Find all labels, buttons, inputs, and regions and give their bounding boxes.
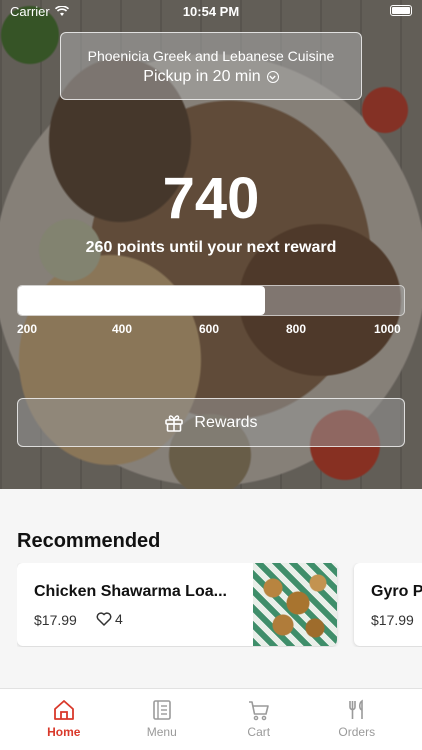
recommended-item-card[interactable]: Gyro P $17.99: [354, 563, 422, 646]
recommended-item-card[interactable]: Chicken Shawarma Loa... $17.99 4: [17, 563, 337, 646]
tab-home[interactable]: Home: [11, 689, 117, 750]
progress-tick: 200: [17, 322, 38, 336]
item-name: Chicken Shawarma Loa...: [34, 583, 227, 600]
pickup-time: Pickup in 20 min: [143, 68, 261, 85]
points-value: 740: [162, 166, 260, 231]
progress-tick: 1000: [374, 322, 401, 336]
item-price: $17.99: [34, 612, 77, 628]
progress-tick: 600: [199, 322, 220, 336]
item-likes-count: 4: [115, 611, 123, 627]
tab-orders[interactable]: Orders: [304, 689, 410, 750]
progress-tick: 800: [286, 322, 307, 336]
clock: 10:54 PM: [182, 4, 240, 19]
menu-icon: [152, 700, 171, 720]
restaurant-name: Phoenicia Greek and Lebanese Cuisine: [87, 48, 335, 64]
status-bar: Carrier 10:54 PM: [0, 0, 422, 22]
points-subtitle: 260 points until your next reward: [85, 239, 337, 256]
gift-icon: [165, 414, 184, 432]
restaurant-selector[interactable]: Phoenicia Greek and Lebanese Cuisine Pic…: [60, 32, 362, 100]
tab-menu-label: Menu: [146, 725, 177, 739]
heart-icon: [96, 612, 112, 626]
tab-cart[interactable]: Cart: [206, 689, 312, 750]
tab-home-label: Home: [47, 725, 81, 739]
recommended-title: Recommended: [17, 530, 161, 552]
rewards-label: Rewards: [194, 413, 258, 431]
progress-tick: 400: [112, 322, 133, 336]
battery-icon: [390, 5, 412, 16]
chevron-down-icon: [266, 71, 279, 83]
pickup-row: Pickup in 20 min: [61, 68, 361, 86]
cart-icon: [248, 701, 269, 721]
item-likes[interactable]: 4: [96, 611, 123, 627]
recommended-carousel[interactable]: Chicken Shawarma Loa... $17.99 4 Gyro P …: [17, 563, 422, 647]
orders-icon: [348, 699, 363, 719]
progress-ticks: 200 400 600 800 1000: [0, 322, 422, 338]
points-progress-fill: [18, 286, 266, 315]
tab-orders-label: Orders: [338, 725, 376, 739]
item-name: Gyro P: [371, 583, 422, 600]
rewards-button[interactable]: Rewards: [17, 398, 405, 447]
home-icon: [53, 700, 74, 720]
item-photo: [253, 563, 337, 646]
tab-cart-label: Cart: [247, 725, 271, 739]
tab-bar: Home Menu Cart Orders: [0, 688, 422, 750]
item-price: $17.99: [371, 612, 414, 628]
tab-menu[interactable]: Menu: [109, 689, 215, 750]
points-progress-bar: [17, 285, 405, 316]
